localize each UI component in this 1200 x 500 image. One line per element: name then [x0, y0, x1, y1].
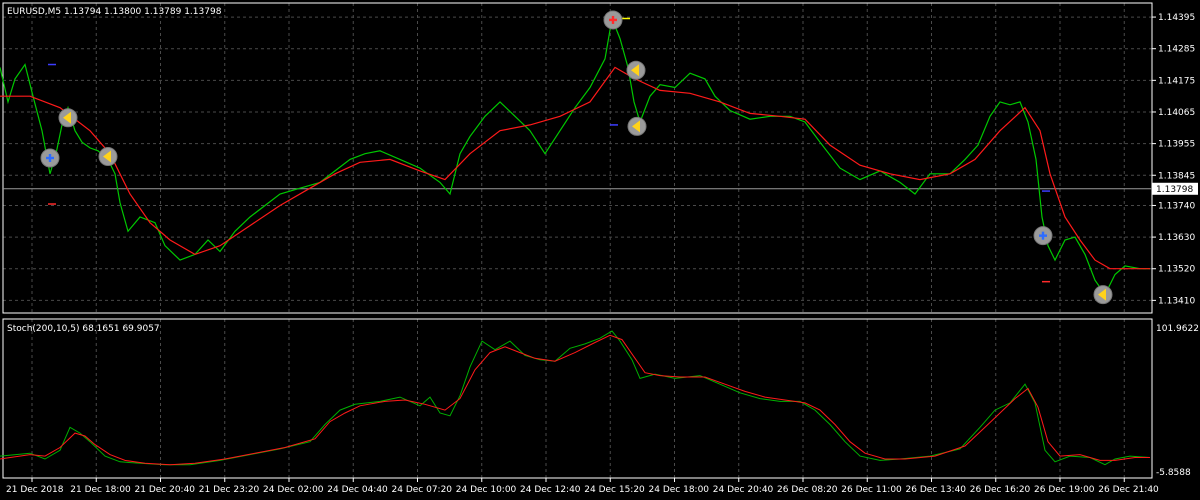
time-tick-label: 21 Dec 2018 [6, 485, 64, 495]
price-tick-label: 1.13740 [1158, 201, 1195, 211]
time-tick-label: 21 Dec 20:40 [135, 485, 196, 495]
signal-marker-close [626, 60, 646, 80]
time-tick-label: 24 Dec 18:00 [649, 485, 710, 495]
time-tick-label: 24 Dec 10:00 [456, 485, 517, 495]
time-tick-label: 24 Dec 04:40 [327, 485, 388, 495]
time-tick-label: 21 Dec 18:00 [70, 485, 131, 495]
signal-marker-buy [40, 148, 60, 168]
stochastic-label: Stoch(200,10,5) 68.1651 69.9057 [7, 324, 160, 334]
signal-marker-close [627, 116, 647, 136]
price-tick-label: 1.14175 [1158, 76, 1195, 86]
time-tick-label: 26 Dec 11:00 [841, 485, 902, 495]
time-tick-label: 26 Dec 16:20 [970, 485, 1031, 495]
signal-marker-close [1093, 285, 1113, 305]
signal-marker-buy [1033, 226, 1053, 246]
buy-plus-icon [1041, 231, 1045, 240]
price-tick-label: 1.13520 [1158, 265, 1195, 275]
sell-plus-icon [611, 15, 615, 24]
time-tick-label: 24 Dec 15:20 [584, 485, 645, 495]
buy-plus-icon [48, 154, 52, 162]
stochastic-axis-top: 101.9622 [1156, 324, 1199, 334]
time-tick-label: 26 Dec 19:00 [1034, 485, 1095, 495]
time-tick-label: 26 Dec 08:20 [777, 485, 838, 495]
price-tick-label: 1.13410 [1158, 296, 1195, 306]
price-tick-label: 1.13845 [1158, 171, 1195, 181]
signal-marker-close [98, 147, 118, 167]
signal-marker-close [58, 108, 78, 128]
stochastic-axis-bottom: -5.8588 [1156, 468, 1191, 478]
time-tick-label: 24 Dec 12:40 [520, 485, 581, 495]
time-tick-label: 24 Dec 20:40 [713, 485, 774, 495]
time-tick-label: 24 Dec 07:20 [392, 485, 453, 495]
time-tick-label: 24 Dec 02:00 [263, 485, 324, 495]
price-tick-label: 1.13630 [1158, 233, 1195, 243]
price-tick-label: 1.14065 [1158, 108, 1195, 118]
time-tick-label: 26 Dec 13:40 [906, 485, 967, 495]
price-tick-label: 1.14285 [1158, 45, 1195, 55]
symbol-label: EURUSD,M5 1.13794 1.13800 1.13789 1.1379… [7, 7, 222, 17]
bid-price-label: 1.13798 [1156, 185, 1193, 195]
chart-canvas[interactable]: EURUSD,M5 1.13794 1.13800 1.13789 1.1379… [0, 0, 1200, 500]
price-tick-label: 1.13955 [1158, 140, 1195, 150]
time-tick-label: 26 Dec 21:40 [1098, 485, 1159, 495]
chart-background [0, 0, 1200, 500]
signal-marker-sell [603, 10, 623, 30]
price-tick-label: 1.14395 [1158, 13, 1195, 23]
time-tick-label: 21 Dec 23:20 [199, 485, 260, 495]
